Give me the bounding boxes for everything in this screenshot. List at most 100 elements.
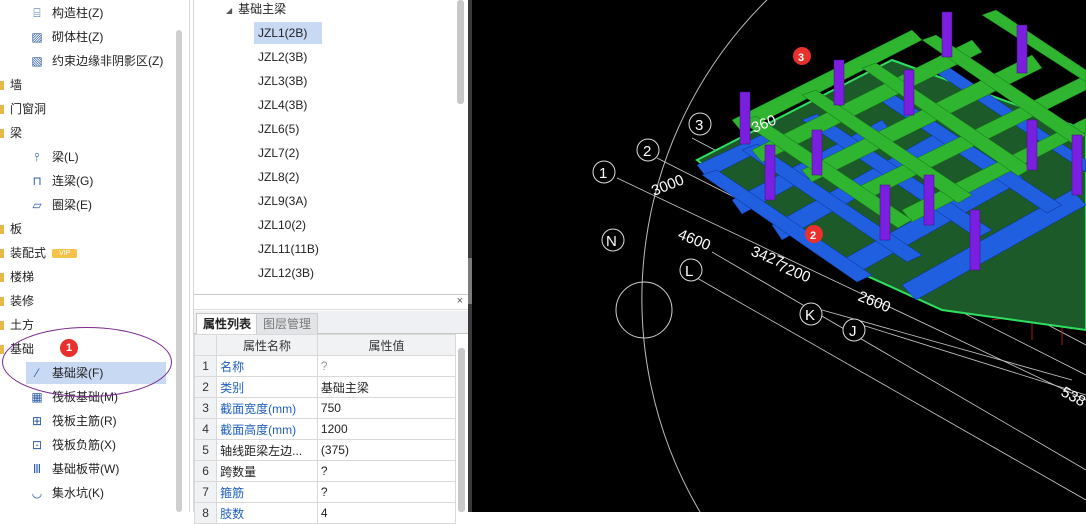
row-index: 7 (193, 481, 218, 503)
model-canvas[interactable]: 1 2 3 N L K J 3000 4600 3427 7200 2600 3… (472, 0, 1086, 512)
beam-icon: ⫯ (34, 150, 40, 164)
property-table-header: 属性名称 属性值 (193, 334, 457, 356)
property-value[interactable]: 1200 (316, 418, 457, 440)
component-list: ◢ 基础主梁 JZL1(2B) JZL2(3B) JZL3(3B) JZL4(3B… (194, 0, 469, 295)
badge-number: 3 (798, 52, 804, 64)
list-item[interactable]: JZL12(3B) (254, 262, 322, 284)
coupling-beam-icon: ⊓ (32, 174, 42, 188)
step-badge-1: 1 (60, 339, 78, 357)
header-name-cell: 属性名称 (216, 334, 318, 356)
list-item[interactable]: JZL9(3A) (254, 190, 322, 212)
tree-category-earthwork[interactable]: 土方 (0, 314, 34, 336)
tree-item-foundation-strip[interactable]: Ⅲ 基础板带(W) (0, 458, 119, 480)
table-row: 7 箍筋 ? (193, 481, 457, 503)
property-name: 名称 (216, 355, 318, 377)
property-table: 属性名称 属性值 1 名称 ? 2 类别 基础主梁 3 截面宽度(mm) 750… (193, 334, 457, 524)
axis-label: J (849, 323, 857, 340)
raft-foundation-icon: ▦ (31, 390, 43, 404)
tree-item-label: 圈梁(E) (52, 198, 92, 212)
tree-item-ring-beam[interactable]: ▱ 圈梁(E) (0, 194, 92, 216)
header-value-cell: 属性值 (316, 334, 457, 356)
row-index: 5 (193, 439, 218, 461)
axis-label: N (606, 233, 617, 250)
step-badge-3: 3 (793, 47, 811, 65)
tree-item-label: 集水坑(K) (52, 486, 104, 500)
tree-category-door-window[interactable]: 门窗洞 (0, 98, 46, 120)
tree-category-wall[interactable]: 墙 (0, 74, 22, 96)
list-item[interactable]: JZL7(2) (254, 142, 322, 164)
tree-scrollbar[interactable] (176, 30, 182, 512)
list-item[interactable]: JZL1(2B) (254, 22, 322, 44)
tree-category-stairs[interactable]: 楼梯 (0, 266, 34, 288)
tree-item-constructional-column[interactable]: ⌸ 构造柱(Z) (0, 2, 103, 24)
property-name: 类别 (216, 376, 318, 398)
step-badge-2: 2 (805, 225, 823, 243)
list-group-node[interactable]: ◢ 基础主梁 (226, 0, 286, 18)
row-index: 6 (193, 460, 218, 482)
table-row: 8 肢数 4 (193, 502, 457, 524)
axis-label: L (685, 263, 693, 280)
table-row: 4 截面高度(mm) 1200 (193, 418, 457, 440)
vip-badge: VIP (52, 249, 78, 259)
column-icon: ⌸ (33, 6, 41, 20)
category-label: 门窗洞 (10, 102, 47, 116)
tree-item-beam[interactable]: ⫯ 梁(L) (0, 146, 78, 168)
properties-scrollbar[interactable] (458, 348, 465, 512)
property-value[interactable]: ? (316, 460, 457, 482)
tree-category-beam[interactable]: 梁 (0, 122, 22, 144)
tree-item-raft-negative-rebar[interactable]: ⊡ 筏板负筋(X) (0, 434, 116, 456)
dimension-label: 4600 (676, 226, 713, 254)
row-index: 8 (193, 502, 218, 524)
tree-category-slab[interactable]: 板 (0, 218, 22, 240)
properties-header: × (194, 295, 469, 310)
property-value[interactable]: 基础主梁 (316, 376, 457, 398)
foundation-strip-icon: Ⅲ (32, 462, 42, 476)
property-name: 跨数量 (216, 460, 318, 482)
list-item[interactable]: JZL3(3B) (254, 70, 322, 92)
property-name: 轴线距梁左边... (216, 439, 318, 461)
table-row: 1 名称 ? (193, 355, 457, 377)
tree-item-masonry-column[interactable]: ▨ 砌体柱(Z) (0, 26, 103, 48)
tree-item-label: 筏板主筋(R) (52, 414, 117, 428)
navigation-circle[interactable] (615, 281, 673, 339)
list-item[interactable]: JZL10(2) (254, 214, 322, 236)
properties-tabs: 属性列表 图层管理 (194, 311, 469, 334)
tree-item-edge-region[interactable]: ▧ 约束边缘非阴影区(Z) (0, 50, 163, 72)
list-item[interactable]: JZL11(11B) (254, 238, 322, 260)
axis-label: 3 (695, 117, 703, 134)
tree-item-coupling-beam[interactable]: ⊓ 连梁(G) (0, 170, 93, 192)
property-value[interactable]: ? (316, 481, 457, 503)
dimension-label: 7200 (776, 258, 813, 286)
ring-beam-icon: ▱ (32, 198, 42, 212)
tab-property-list[interactable]: 属性列表 (196, 313, 259, 334)
list-item[interactable]: JZL8(2) (254, 166, 322, 188)
tree-category-decoration[interactable]: 装修 (0, 290, 34, 312)
row-index: 3 (193, 397, 218, 419)
table-row: 2 类别 基础主梁 (193, 376, 457, 398)
hatch-region-icon: ▧ (31, 54, 43, 68)
tree-item-raft-main-rebar[interactable]: ⊞ 筏板主筋(R) (0, 410, 117, 432)
list-item[interactable]: JZL4(3B) (254, 94, 322, 116)
close-icon[interactable]: × (457, 295, 463, 307)
tree-category-prefab[interactable]: 装配式 VIP (0, 242, 78, 264)
property-name: 截面宽度(mm) (216, 397, 318, 419)
property-value[interactable]: (375) (316, 439, 457, 461)
list-item[interactable]: JZL6(5) (254, 118, 322, 140)
3d-viewport[interactable]: 1 2 3 N L K J 3000 4600 3427 7200 2600 3… (472, 0, 1086, 512)
property-value[interactable]: ? (316, 355, 457, 377)
category-label: 楼梯 (10, 270, 35, 284)
tree-item-label: 约束边缘非阴影区(Z) (52, 54, 164, 68)
tree-item-sump-pit[interactable]: ◡ 集水坑(K) (0, 482, 104, 504)
collapse-triangle-icon[interactable]: ◢ (226, 6, 232, 15)
axis-label: K (805, 307, 815, 324)
list-item[interactable]: JZL2(3B) (254, 46, 322, 68)
dimension-label: 2600 (856, 288, 893, 316)
list-scrollbar[interactable] (457, 0, 464, 104)
tab-layer-management[interactable]: 图层管理 (256, 313, 319, 334)
property-value[interactable]: 750 (316, 397, 457, 419)
masonry-column-icon: ▨ (31, 30, 43, 44)
table-row: 3 截面宽度(mm) 750 (193, 397, 457, 419)
tree-item-label: 连梁(G) (52, 174, 94, 188)
property-name: 箍筋 (216, 481, 318, 503)
property-value[interactable]: 4 (316, 502, 457, 524)
